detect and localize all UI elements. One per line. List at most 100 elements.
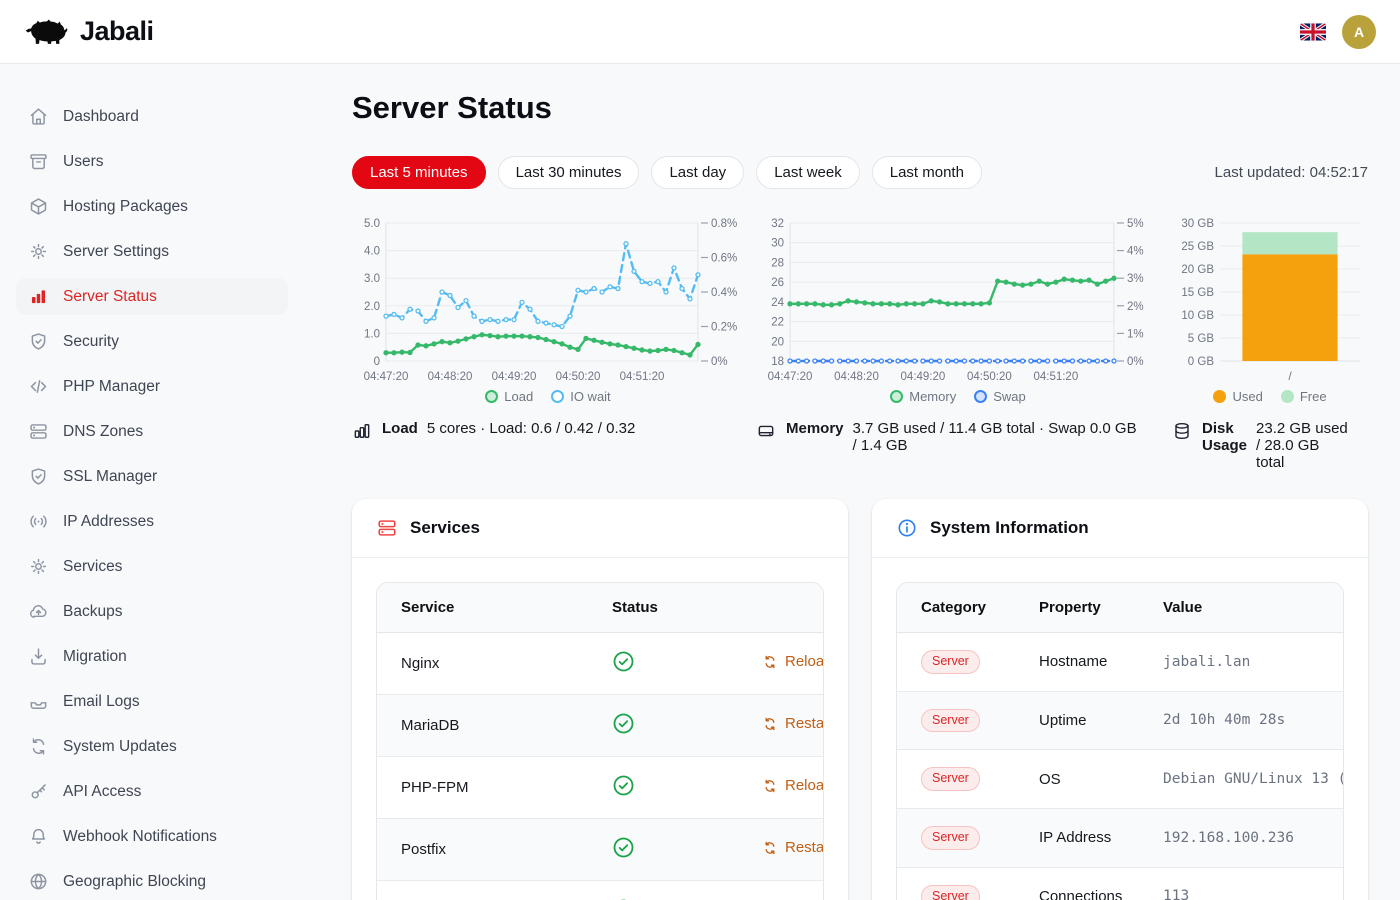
sidebar-item-backups[interactable]: Backups (16, 593, 288, 630)
system-property: Uptime (1015, 691, 1139, 750)
home-icon (28, 106, 49, 127)
svg-text:22: 22 (771, 317, 784, 329)
legend-dot-used (1213, 390, 1226, 403)
key-icon (28, 781, 49, 802)
sidebar-item-webhook-notifications[interactable]: Webhook Notifications (16, 818, 288, 855)
svg-text:15 GB: 15 GB (1181, 287, 1214, 299)
service-row-nginx: Nginx Reload (377, 633, 823, 694)
service-name: PHP-FPM (377, 756, 588, 818)
stat-disk-usage: Disk Usage 23.2 GB used / 28.0 GB total (1172, 420, 1368, 471)
category-badge: Server (921, 826, 980, 850)
reload-nginx-button[interactable]: Reload (762, 653, 824, 670)
time-filter-last-week[interactable]: Last week (756, 156, 860, 189)
sidebar-item-label: System Updates (63, 738, 177, 756)
system-info-card-title: System Information (930, 518, 1089, 538)
svg-text:04:49:20: 04:49:20 (901, 371, 946, 383)
sidebar-item-geographic-blocking[interactable]: Geographic Blocking (16, 863, 288, 900)
time-filter-last-day[interactable]: Last day (651, 156, 744, 189)
sidebar-item-label: DNS Zones (63, 423, 143, 441)
restart-postfix-button[interactable]: Restart (762, 839, 824, 856)
restart-mariadb-button[interactable]: Restart (762, 715, 824, 732)
svg-text:10 GB: 10 GB (1181, 310, 1214, 322)
sidebar-item-server-status[interactable]: Server Status (16, 278, 288, 315)
sidebar-item-security[interactable]: Security (16, 323, 288, 360)
system-value: jabali.lan (1139, 633, 1343, 691)
category-badge: Server (921, 767, 980, 791)
sidebar-item-dashboard[interactable]: Dashboard (16, 98, 288, 135)
system-row-connections: Server Connections 113 (897, 867, 1343, 900)
service-row-dovecot: Dovecot Restart (377, 880, 823, 900)
svg-text:0%: 0% (1127, 356, 1144, 368)
svg-text:30: 30 (771, 238, 784, 250)
svg-text:0 GB: 0 GB (1188, 356, 1215, 368)
check-circle-icon (612, 660, 635, 677)
sidebar-item-migration[interactable]: Migration (16, 638, 288, 675)
app-name: Jabali (80, 16, 154, 47)
svg-text:2%: 2% (1127, 301, 1144, 313)
services-card-title: Services (410, 518, 480, 538)
sidebar-item-label: Webhook Notifications (63, 828, 217, 846)
svg-text:0%: 0% (711, 356, 728, 368)
bell-icon (28, 826, 49, 847)
time-filter-last-30-minutes[interactable]: Last 30 minutes (498, 156, 640, 189)
time-range-controls: Last 5 minutes Last 30 minutes Last day Las… (352, 156, 1368, 189)
sidebar-item-ip-addresses[interactable]: IP Addresses (16, 503, 288, 540)
svg-text:24: 24 (771, 297, 784, 309)
service-status-running (588, 818, 738, 880)
sidebar-item-email-logs[interactable]: Email Logs (16, 683, 288, 720)
service-status-running (588, 880, 738, 900)
app-logo[interactable]: Jabali (24, 16, 154, 47)
disk-usage-chart: 0 GB5 GB10 GB15 GB20 GB25 GB30 GB/UsedFr… (1172, 215, 1368, 404)
sidebar-item-hosting-packages[interactable]: Hosting Packages (16, 188, 288, 225)
legend-item-load: Load (485, 389, 533, 404)
check-circle-icon (612, 784, 635, 801)
time-filter-last-5-minutes[interactable]: Last 5 minutes (352, 156, 486, 189)
disk-usage-chart-legend: UsedFree (1172, 389, 1368, 404)
sidebar-item-php-manager[interactable]: PHP Manager (16, 368, 288, 405)
system-col-property: Property (1015, 583, 1139, 633)
language-flag-uk-icon[interactable] (1300, 23, 1326, 41)
sidebar-item-api-access[interactable]: API Access (16, 773, 288, 810)
svg-text:5%: 5% (1127, 218, 1144, 230)
sidebar-item-ssl-manager[interactable]: SSL Manager (16, 458, 288, 495)
stat-label: Load (382, 420, 418, 437)
check-circle-icon (612, 846, 635, 863)
sidebar-item-dns-zones[interactable]: DNS Zones (16, 413, 288, 450)
sidebar-item-label: Migration (63, 648, 127, 666)
svg-text:5 GB: 5 GB (1188, 333, 1215, 345)
user-avatar[interactable]: A (1342, 15, 1376, 49)
sidebar-item-server-settings[interactable]: Server Settings (16, 233, 288, 270)
refresh-icon (762, 654, 778, 670)
shield-check-icon (28, 466, 49, 487)
stat-value: 3.7 GB used / 11.4 GB total · Swap 0.0 G… (853, 420, 1142, 454)
sidebar-item-users[interactable]: Users (16, 143, 288, 180)
category-badge: Server (921, 650, 980, 674)
svg-text:32: 32 (771, 218, 784, 230)
svg-text:04:47:20: 04:47:20 (364, 371, 409, 383)
svg-text:3.0: 3.0 (364, 273, 380, 285)
svg-text:04:48:20: 04:48:20 (428, 371, 473, 383)
disk-usage-chart-canvas: 0 GB5 GB10 GB15 GB20 GB25 GB30 GB/ (1172, 215, 1368, 387)
legend-dot-swap (974, 390, 987, 403)
last-updated-text: Last updated: 04:52:17 (1215, 164, 1368, 181)
sidebar-item-label: Server Status (63, 288, 157, 306)
cloud-upload-icon (28, 601, 49, 622)
system-property: Hostname (1015, 633, 1139, 691)
svg-text:04:51:20: 04:51:20 (1033, 371, 1078, 383)
sidebar-item-label: Users (63, 153, 103, 171)
svg-text:1%: 1% (1127, 328, 1144, 340)
sidebar-item-system-updates[interactable]: System Updates (16, 728, 288, 765)
sidebar-item-label: Security (63, 333, 119, 351)
refresh-icon (28, 736, 49, 757)
time-filter-last-month[interactable]: Last month (872, 156, 982, 189)
system-info-table: Category Property Value Server Hostname … (897, 583, 1343, 900)
svg-text:0.4%: 0.4% (711, 287, 737, 299)
services-card: Services Service Status Nginx (352, 499, 848, 900)
svg-text:1.0: 1.0 (364, 328, 380, 340)
reload-php-fpm-button[interactable]: Reload (762, 777, 824, 794)
system-row-hostname: Server Hostname jabali.lan (897, 633, 1343, 691)
svg-text:0: 0 (374, 356, 380, 368)
sidebar-item-label: SSL Manager (63, 468, 157, 486)
sidebar-item-services[interactable]: Services (16, 548, 288, 585)
load-io-chart-canvas: 01.02.03.04.05.00%0.2%0.4%0.6%0.8%04:47:… (352, 215, 744, 387)
